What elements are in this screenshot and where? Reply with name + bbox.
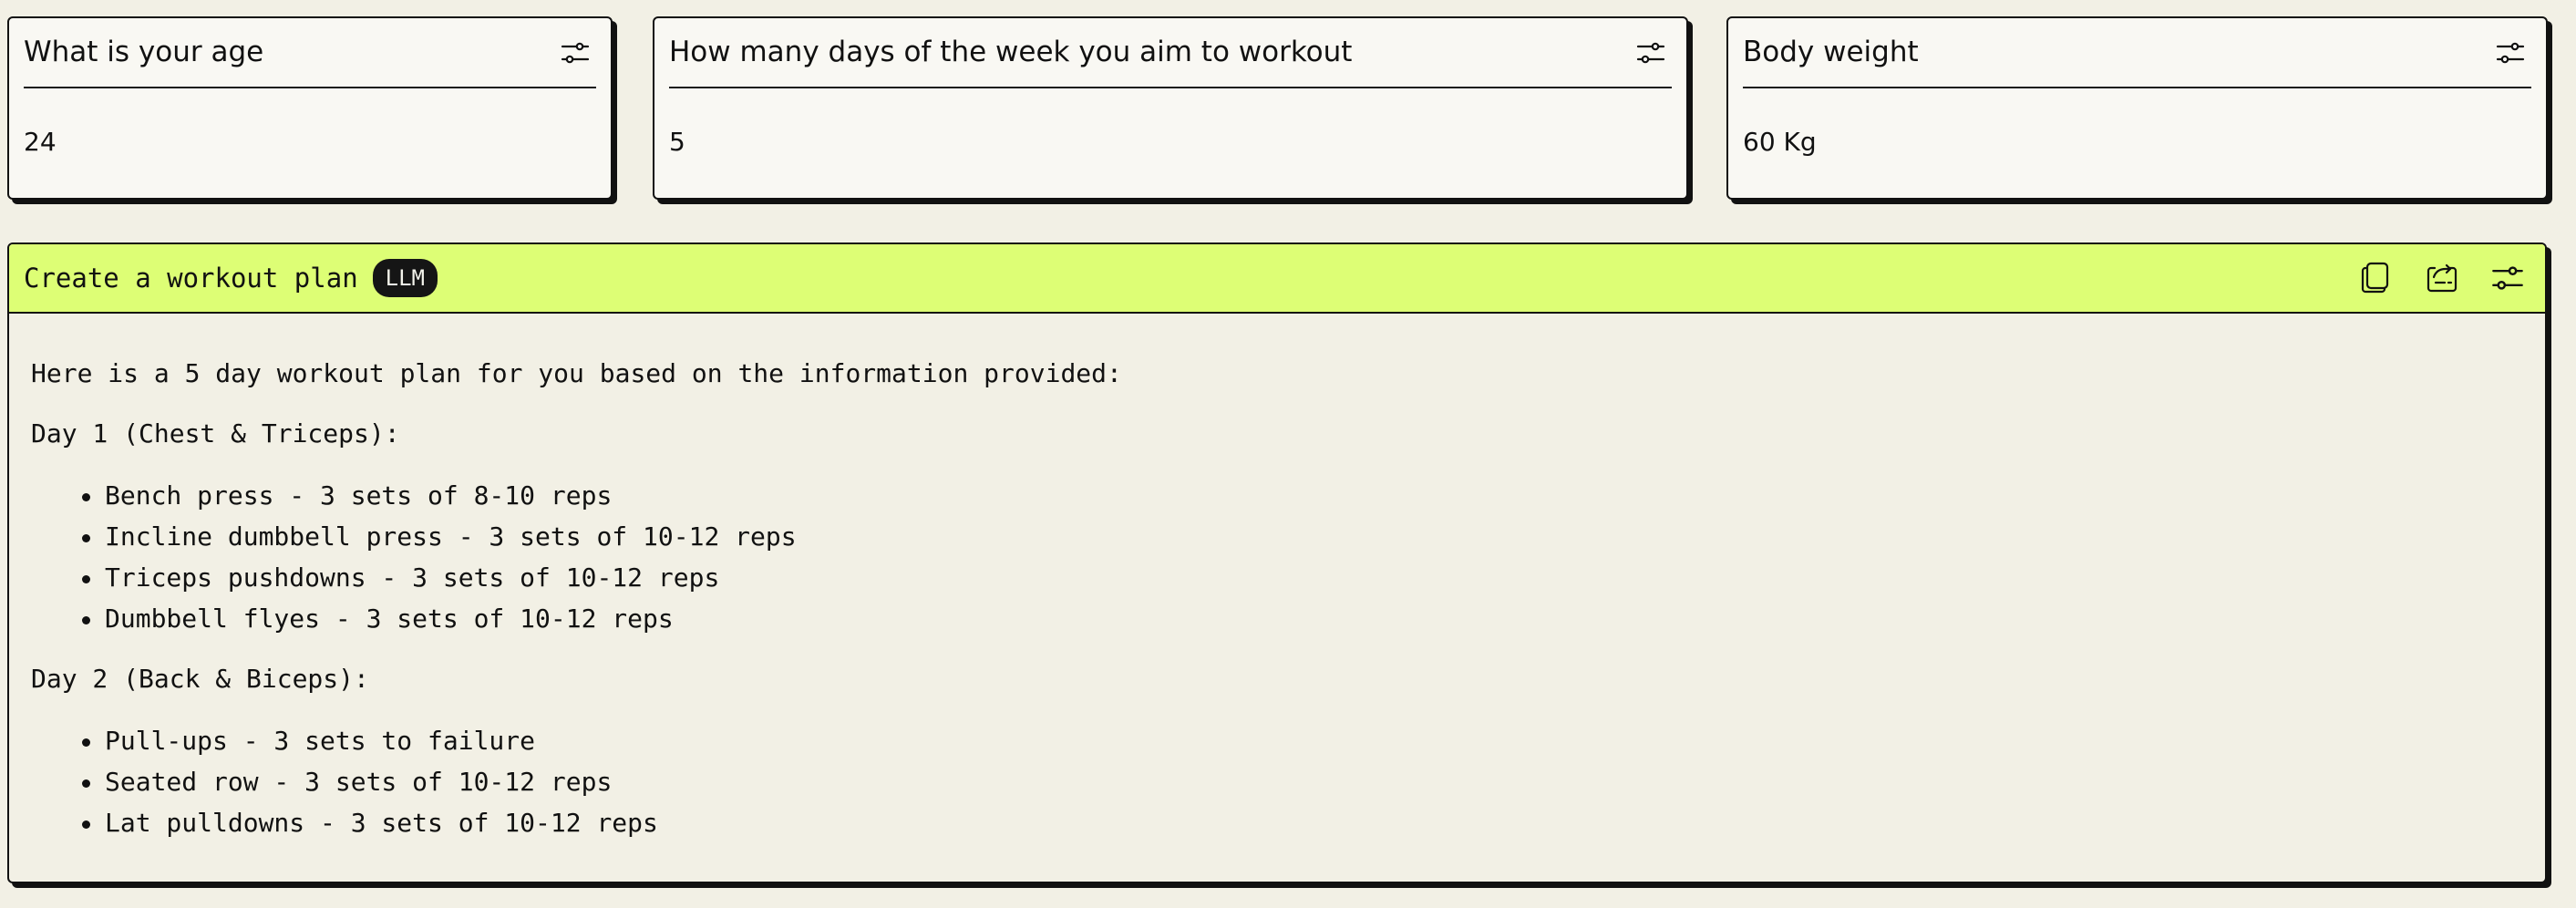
age-card: What is your age 24 [7,16,613,200]
day-1-exercise-list: Bench press - 3 sets of 8-10 reps Inclin… [31,483,2545,632]
body-weight-card-title: Body weight [1743,36,1919,68]
workout-days-card-header: How many days of the week you aim to wor… [669,18,1672,88]
copy-button[interactable] [2355,257,2397,299]
age-card-settings-button[interactable] [554,32,596,74]
age-card-title: What is your age [24,36,264,68]
exercise-item: Bench press - 3 sets of 8-10 reps [31,483,2545,509]
copy-icon [2361,262,2389,294]
exercise-item: Triceps pushdowns - 3 sets of 10-12 reps [31,565,2545,591]
workout-plan-settings-button[interactable] [2487,257,2529,299]
sliders-icon [1636,42,1665,63]
workout-plan-actions [2355,257,2529,299]
body-weight-settings-button[interactable] [2489,32,2531,74]
exercise-item: Lat pulldowns - 3 sets of 10-12 reps [31,810,2545,836]
day-2-label: Day 2 (Back & Biceps): [31,664,369,694]
export-button[interactable] [2421,257,2463,299]
export-icon [2427,263,2458,293]
workout-plan-title-group: Create a workout plan LLM [24,259,438,297]
workout-plan-title: Create a workout plan [24,262,358,294]
body-weight-card-header: Body weight [1743,18,2531,88]
workout-plan-output: Here is a 5 day workout plan for you bas… [9,361,2545,836]
body-weight-card: Body weight 60 Kg [1726,16,2548,200]
workout-days-card: How many days of the week you aim to wor… [653,16,1688,200]
sliders-icon [2492,266,2523,290]
sliders-icon [561,42,590,63]
exercise-item: Pull-ups - 3 sets to failure [31,728,2545,754]
age-card-header: What is your age [24,18,596,88]
workout-days-value[interactable]: 5 [669,129,685,155]
exercise-item: Incline dumbbell press - 3 sets of 10-12… [31,524,2545,550]
workout-plan-header: Create a workout plan LLM [9,244,2545,314]
workout-plan-panel: Create a workout plan LLM Here is a 5 da… [7,242,2547,883]
plan-intro: Here is a 5 day workout plan for you bas… [31,358,1122,388]
llm-badge: LLM [372,259,438,297]
exercise-item: Dumbbell flyes - 3 sets of 10-12 reps [31,606,2545,632]
workout-days-settings-button[interactable] [1630,32,1672,74]
age-value[interactable]: 24 [24,129,57,155]
day-1-label: Day 1 (Chest & Triceps): [31,418,400,449]
workout-days-card-title: How many days of the week you aim to wor… [669,36,1353,68]
sliders-icon [2496,42,2525,63]
exercise-item: Seated row - 3 sets of 10-12 reps [31,769,2545,795]
day-2-exercise-list: Pull-ups - 3 sets to failure Seated row … [31,728,2545,836]
body-weight-value[interactable]: 60 Kg [1743,129,1817,155]
